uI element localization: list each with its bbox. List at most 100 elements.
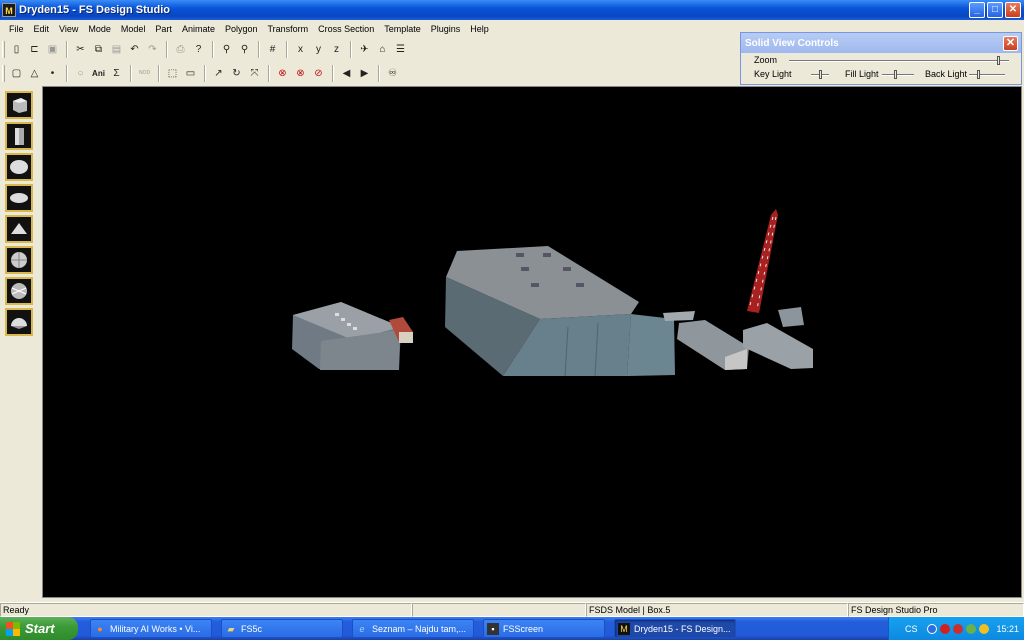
redo-icon[interactable]: ↷ xyxy=(144,40,161,58)
open-icon[interactable]: ⊏ xyxy=(26,40,43,58)
taskbar-item-ie[interactable]: e Seznam – Najdu tam,... xyxy=(352,619,474,638)
stop-icon[interactable]: ⊗ xyxy=(274,64,291,82)
close-button[interactable]: ✕ xyxy=(1005,2,1021,18)
toolbar-separator xyxy=(332,64,334,82)
axis-y-icon[interactable]: y xyxy=(310,40,327,58)
toolbar-separator xyxy=(158,64,160,82)
cube-tool-button[interactable] xyxy=(5,91,33,119)
solid-view-controls-title-bar[interactable]: Solid View Controls ✕ xyxy=(741,33,1021,53)
undo-icon[interactable]: ↶ xyxy=(126,40,143,58)
axis-x-icon[interactable]: x xyxy=(292,40,309,58)
zoom-slider[interactable] xyxy=(789,56,1009,65)
volume-icon[interactable] xyxy=(965,623,976,634)
task-label: Military AI Works • Vi... xyxy=(110,623,201,634)
toolbar-grip[interactable] xyxy=(2,40,5,58)
start-button[interactable]: Start xyxy=(0,617,78,640)
menu-transform[interactable]: Transform xyxy=(263,24,314,34)
copy-icon[interactable]: ⧉ xyxy=(90,40,107,58)
move-icon[interactable]: ↗ xyxy=(210,64,227,82)
animation-button[interactable]: Ani xyxy=(90,64,107,82)
taskbar-item-fsds[interactable]: M Dryden15 - FS Design... xyxy=(614,619,736,638)
minimize-button[interactable]: _ xyxy=(969,2,985,18)
stop-all-icon[interactable]: ⊗ xyxy=(292,64,309,82)
hemisphere-tool-button[interactable] xyxy=(5,308,33,336)
windows-logo-icon xyxy=(6,621,20,636)
menu-polygon[interactable]: Polygon xyxy=(220,24,263,34)
sphere-tool-button[interactable] xyxy=(5,153,33,181)
key-light-slider-thumb[interactable] xyxy=(819,70,822,79)
small-hangar-model[interactable] xyxy=(292,302,401,370)
new-icon[interactable]: ▯ xyxy=(8,40,25,58)
taskbar-item-fsscreen[interactable]: ▪ FSScreen xyxy=(483,619,605,638)
properties-icon[interactable]: ☰ xyxy=(392,40,409,58)
print-icon[interactable]: ⎙ xyxy=(172,40,189,58)
taskbar-item-folder[interactable]: ▰ FS5c xyxy=(221,619,343,638)
solid-view-close-button[interactable]: ✕ xyxy=(1003,35,1018,51)
save-icon[interactable]: ▣ xyxy=(44,40,61,58)
cut-icon[interactable]: ✂ xyxy=(72,40,89,58)
maximize-button[interactable]: □ xyxy=(987,2,1003,18)
menu-plugins[interactable]: Plugins xyxy=(426,24,466,34)
zoom-in-icon[interactable]: ⚲ xyxy=(218,40,235,58)
home-icon[interactable]: ⌂ xyxy=(374,40,391,58)
back-light-slider-thumb[interactable] xyxy=(977,70,980,79)
circle-icon[interactable]: ○ xyxy=(72,64,89,82)
antivirus-icon[interactable] xyxy=(939,623,950,634)
grid-icon[interactable]: # xyxy=(264,40,281,58)
sphere-icon xyxy=(10,160,28,174)
key-light-slider[interactable] xyxy=(811,70,829,79)
back-light-slider[interactable] xyxy=(969,70,1005,79)
fill-light-slider-thumb[interactable] xyxy=(894,70,897,79)
menu-cross-section[interactable]: Cross Section xyxy=(313,24,379,34)
plane-icon[interactable]: ✈ xyxy=(356,40,373,58)
menu-part[interactable]: Part xyxy=(150,24,177,34)
main-hangar-model[interactable] xyxy=(445,246,675,377)
pyramid-tool-button[interactable] xyxy=(5,215,33,243)
axis-z-icon[interactable]: z xyxy=(328,40,345,58)
ruler-icon[interactable]: ▭ xyxy=(182,64,199,82)
triangle-icon[interactable]: △ xyxy=(26,64,43,82)
fill-light-slider[interactable] xyxy=(882,70,914,79)
barracks-model[interactable] xyxy=(663,307,813,370)
nodes-button[interactable]: NOD xyxy=(136,64,153,82)
menu-help[interactable]: Help xyxy=(465,24,494,34)
help-icon[interactable]: ? xyxy=(190,40,207,58)
toolbar-separator xyxy=(130,64,132,82)
network-icon[interactable] xyxy=(926,623,937,634)
menu-mode[interactable]: Mode xyxy=(83,24,116,34)
menu-file[interactable]: File xyxy=(4,24,29,34)
radio-tower-model[interactable] xyxy=(747,209,778,313)
taskbar-item-firefox[interactable]: ● Military AI Works • Vi... xyxy=(90,619,212,638)
fsds-app-icon[interactable]: M xyxy=(2,3,16,17)
shield-icon[interactable] xyxy=(952,623,963,634)
clock[interactable]: 15:21 xyxy=(997,624,1020,634)
paste-icon[interactable]: ▤ xyxy=(108,40,125,58)
menu-template[interactable]: Template xyxy=(379,24,426,34)
sum-button[interactable]: Σ xyxy=(108,64,125,82)
rotate-icon[interactable]: ↻ xyxy=(228,64,245,82)
cylinder-tool-button[interactable] xyxy=(5,122,33,150)
scale-icon[interactable]: ⤧ xyxy=(246,64,263,82)
ellipsoid-tool-button[interactable] xyxy=(5,184,33,212)
zoom-out-icon[interactable]: ⚲ xyxy=(236,40,253,58)
binoculars-icon[interactable]: ♾ xyxy=(384,64,401,82)
select-box-icon[interactable]: ▢ xyxy=(8,64,25,82)
menu-animate[interactable]: Animate xyxy=(177,24,220,34)
menu-model[interactable]: Model xyxy=(116,24,151,34)
zoom-slider-thumb[interactable] xyxy=(997,56,1000,65)
menu-view[interactable]: View xyxy=(54,24,83,34)
title-bar[interactable]: M Dryden15 - FS Design Studio _ □ ✕ xyxy=(0,0,1024,20)
play-forward-icon[interactable]: ▶ xyxy=(356,64,373,82)
play-back-icon[interactable]: ◀ xyxy=(338,64,355,82)
geodesic-tool-button[interactable] xyxy=(5,277,33,305)
point-icon[interactable]: • xyxy=(44,64,61,82)
globe-tool-button[interactable] xyxy=(5,246,33,274)
no-entry-icon[interactable]: ⊘ xyxy=(310,64,327,82)
messenger-icon[interactable] xyxy=(978,623,989,634)
dotted-select-icon[interactable]: ⬚ xyxy=(164,64,181,82)
globe-icon xyxy=(11,252,27,268)
language-indicator[interactable]: CS xyxy=(905,624,918,634)
menu-edit[interactable]: Edit xyxy=(29,24,55,34)
toolbar-grip[interactable] xyxy=(2,64,5,82)
solid-3d-viewport[interactable] xyxy=(42,86,1022,598)
